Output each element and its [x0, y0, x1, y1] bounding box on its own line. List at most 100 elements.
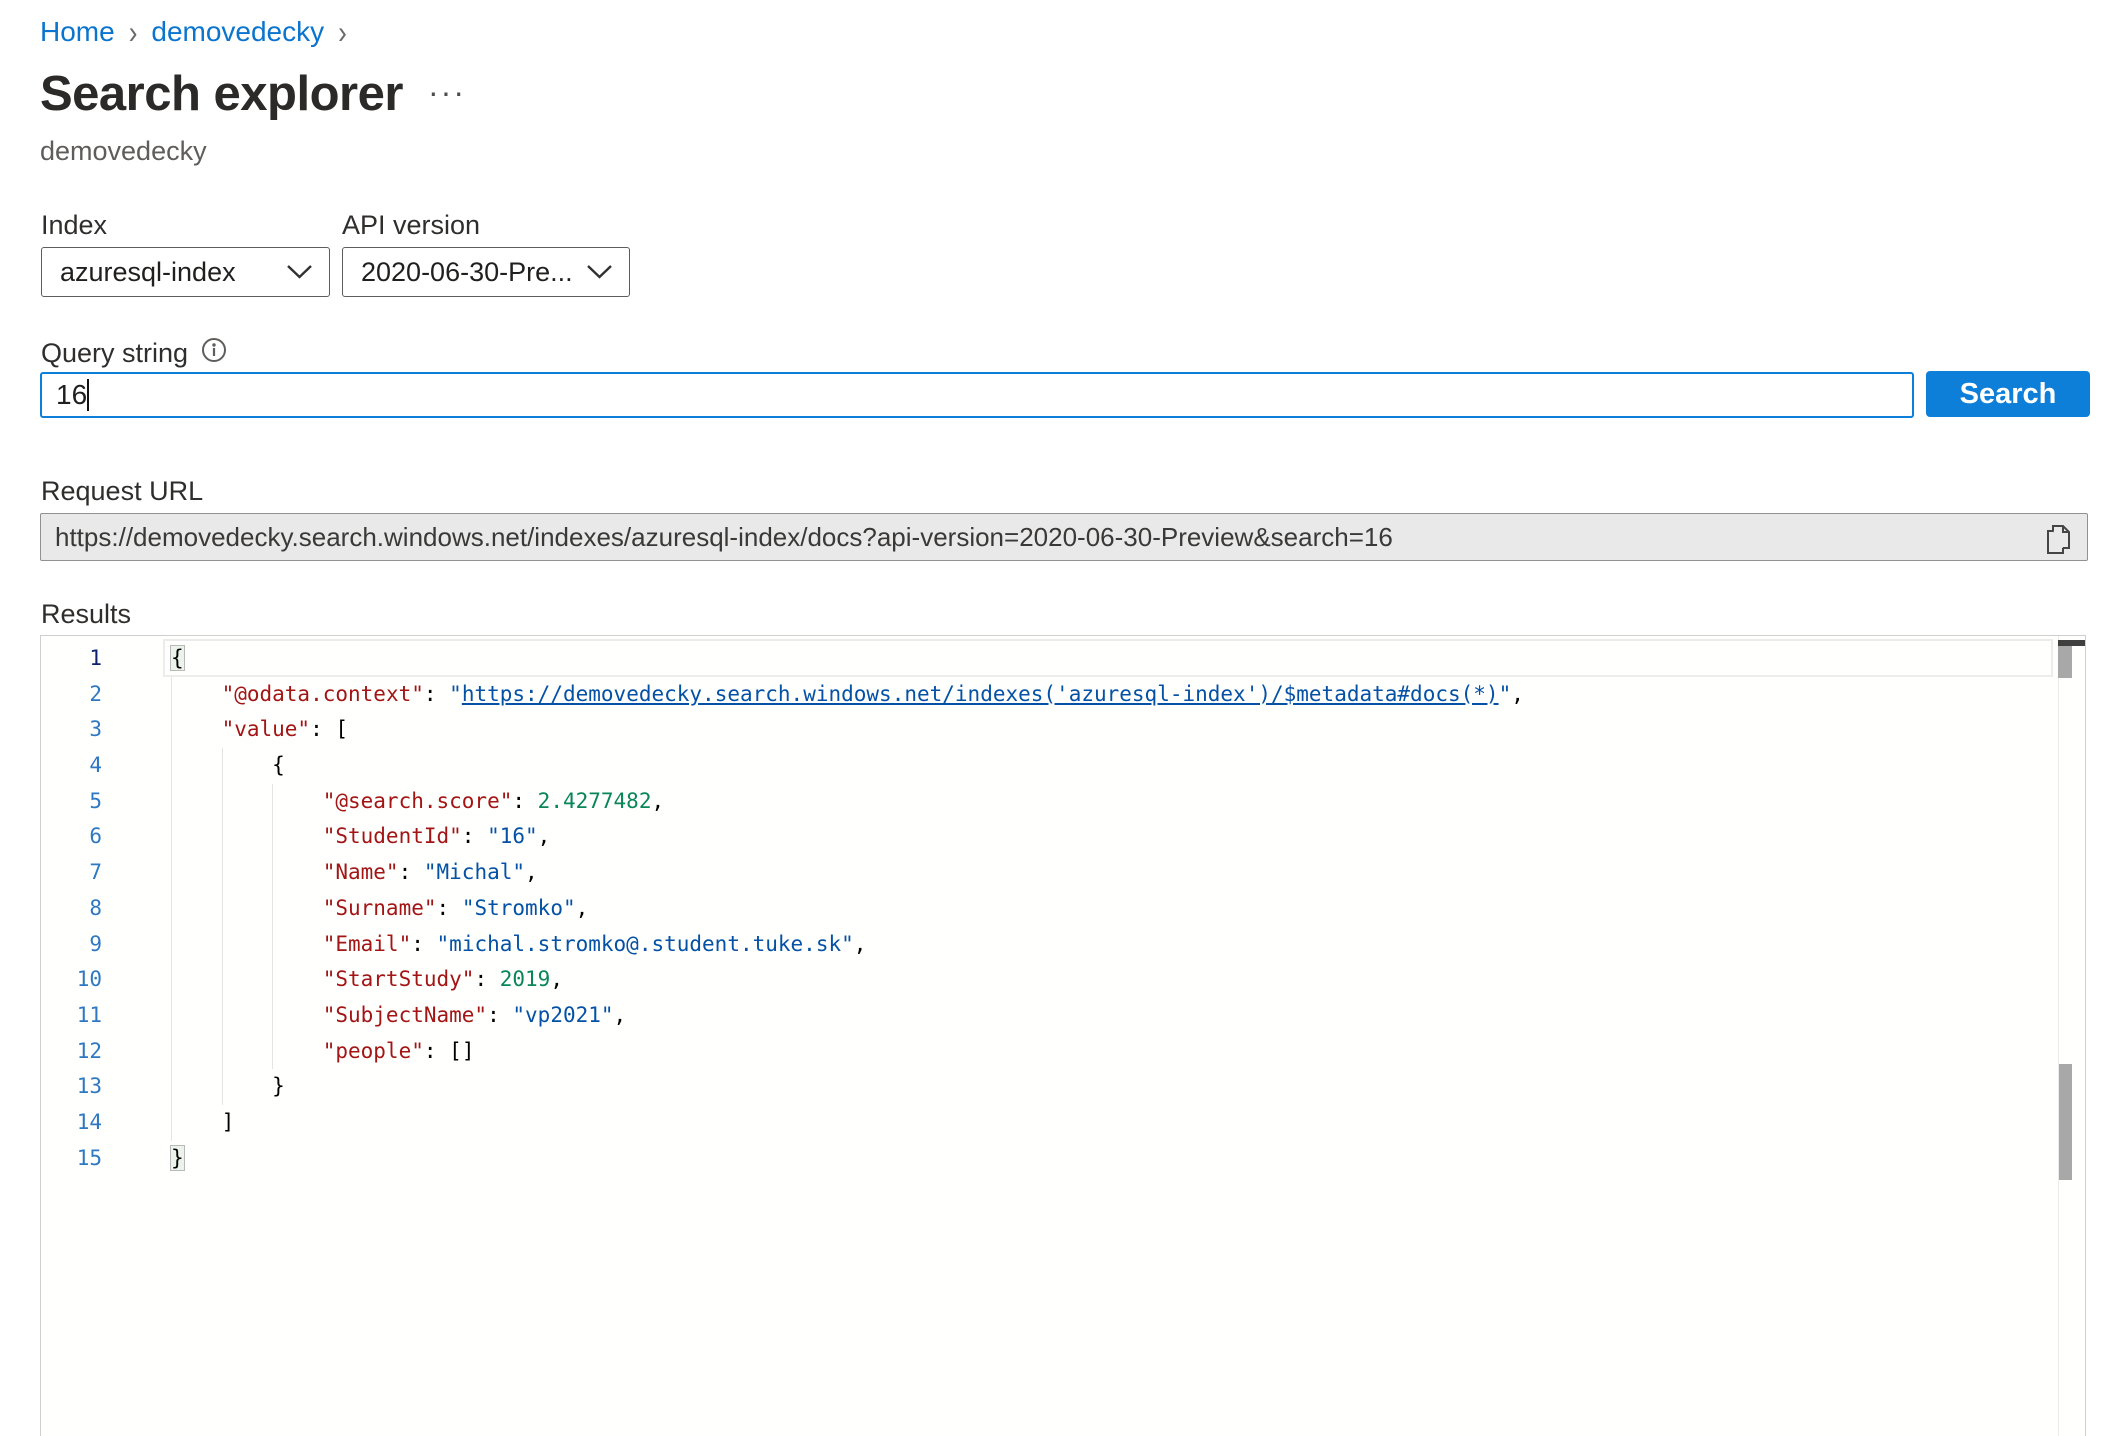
code-token: ,	[550, 967, 563, 991]
code-token: "StudentId"	[323, 824, 462, 848]
code-token: "michal.stromko@.student.tuke.sk"	[437, 932, 854, 956]
code-lines: { "@odata.context": "https://demovedecky…	[171, 641, 1524, 1176]
code-line: "Email": "michal.stromko@.student.tuke.s…	[171, 927, 1524, 963]
code-token: :	[424, 682, 449, 706]
code-token: }	[272, 1074, 285, 1098]
breadcrumb: Home › demovedecky ›	[40, 16, 347, 48]
line-number: 6	[41, 819, 102, 855]
code-token: ,	[1511, 682, 1524, 706]
code-line: "Surname": "Stromko",	[171, 891, 1524, 927]
code-line: "value": [	[171, 712, 1524, 748]
scrollbar-thumb[interactable]	[2059, 1064, 2072, 1180]
code-line: {	[171, 641, 1524, 677]
code-token: 2019	[500, 967, 551, 991]
code-line: }	[171, 1141, 1524, 1177]
search-explorer-page: Home › demovedecky › Search explorer ···…	[0, 0, 2102, 1436]
gutter: 123456789101112131415	[41, 641, 102, 1176]
code-token: :	[437, 896, 462, 920]
page-title: Search explorer	[40, 66, 403, 122]
request-url-value: https://demovedecky.search.windows.net/i…	[55, 522, 1393, 553]
code-line: "SubjectName": "vp2021",	[171, 998, 1524, 1034]
code-token	[171, 824, 323, 848]
index-dropdown[interactable]: azuresql-index	[41, 247, 330, 297]
code-token	[171, 932, 323, 956]
code-token: :	[399, 860, 424, 884]
code-line: "people": []	[171, 1034, 1524, 1070]
code-token: :	[310, 717, 335, 741]
request-url-field[interactable]: https://demovedecky.search.windows.net/i…	[40, 513, 2088, 561]
line-number: 2	[41, 677, 102, 713]
copy-icon[interactable]	[2041, 522, 2075, 556]
code-token: "Email"	[323, 932, 412, 956]
query-string-input[interactable]	[40, 372, 1914, 418]
code-token: "16"	[487, 824, 538, 848]
more-options-icon[interactable]: ···	[428, 74, 466, 111]
code-token: "Name"	[323, 860, 399, 884]
code-token: "	[449, 682, 462, 706]
search-button[interactable]: Search	[1926, 371, 2090, 417]
code-token: "@odata.context"	[222, 682, 424, 706]
results-editor[interactable]: 123456789101112131415 { "@odata.context"…	[40, 635, 2086, 1436]
code-token: "Surname"	[323, 896, 437, 920]
code-token: ,	[525, 860, 538, 884]
code-line: "@odata.context": "https://demovedecky.s…	[171, 677, 1524, 713]
json-link[interactable]: https://demovedecky.search.windows.net/i…	[462, 682, 1499, 706]
code-line: {	[171, 748, 1524, 784]
breadcrumb-separator-icon: ›	[338, 13, 347, 52]
info-icon[interactable]	[200, 336, 228, 364]
code-token: :	[462, 824, 487, 848]
line-number: 5	[41, 784, 102, 820]
page-subtitle: demovedecky	[40, 136, 207, 167]
query-string-label: Query string	[41, 338, 188, 369]
line-number: 7	[41, 855, 102, 891]
line-number: 1	[41, 641, 102, 677]
code-token: ,	[538, 824, 551, 848]
code-token: "Stromko"	[462, 896, 576, 920]
code-token	[171, 1039, 323, 1063]
code-token	[171, 1074, 272, 1098]
line-number: 8	[41, 891, 102, 927]
breadcrumb-link-demovedecky[interactable]: demovedecky	[151, 16, 324, 48]
code-token: "vp2021"	[512, 1003, 613, 1027]
request-url-label: Request URL	[41, 476, 203, 507]
code-token: {	[272, 753, 285, 777]
code-token: ,	[614, 1003, 627, 1027]
chevron-down-icon	[586, 264, 613, 280]
code-token: {	[171, 646, 184, 670]
api-version-label: API version	[342, 210, 480, 241]
line-number: 10	[41, 962, 102, 998]
scrollbar-track	[2058, 636, 2059, 1436]
line-number: 4	[41, 748, 102, 784]
api-version-dropdown-value: 2020-06-30-Pre...	[361, 257, 573, 288]
code-line: ]	[171, 1105, 1524, 1141]
code-line: "StartStudy": 2019,	[171, 962, 1524, 998]
code-token: "@search.score"	[323, 789, 513, 813]
text-cursor	[87, 379, 89, 411]
line-number: 9	[41, 927, 102, 963]
line-number: 12	[41, 1034, 102, 1070]
code-token	[171, 860, 323, 884]
code-token: "Michal"	[424, 860, 525, 884]
scrollbar-thumb[interactable]	[2058, 646, 2072, 678]
index-label: Index	[41, 210, 107, 241]
breadcrumb-link-home[interactable]: Home	[40, 16, 115, 48]
code-token: ]	[222, 1110, 235, 1134]
code-token: [	[335, 717, 348, 741]
code-token: "	[1499, 682, 1512, 706]
code-token	[171, 682, 222, 706]
code-token: "people"	[323, 1039, 424, 1063]
line-number: 13	[41, 1069, 102, 1105]
line-number: 11	[41, 998, 102, 1034]
code-token: :	[424, 1039, 449, 1063]
code-token: "value"	[222, 717, 311, 741]
code-token	[171, 753, 272, 777]
code-token	[171, 717, 222, 741]
code-line: "Name": "Michal",	[171, 855, 1524, 891]
code-token	[171, 1110, 222, 1134]
code-line: "@search.score": 2.4277482,	[171, 784, 1524, 820]
code-line: "StudentId": "16",	[171, 819, 1524, 855]
api-version-dropdown[interactable]: 2020-06-30-Pre...	[342, 247, 630, 297]
code-token: :	[474, 967, 499, 991]
code-token: :	[487, 1003, 512, 1027]
code-token: "StartStudy"	[323, 967, 475, 991]
